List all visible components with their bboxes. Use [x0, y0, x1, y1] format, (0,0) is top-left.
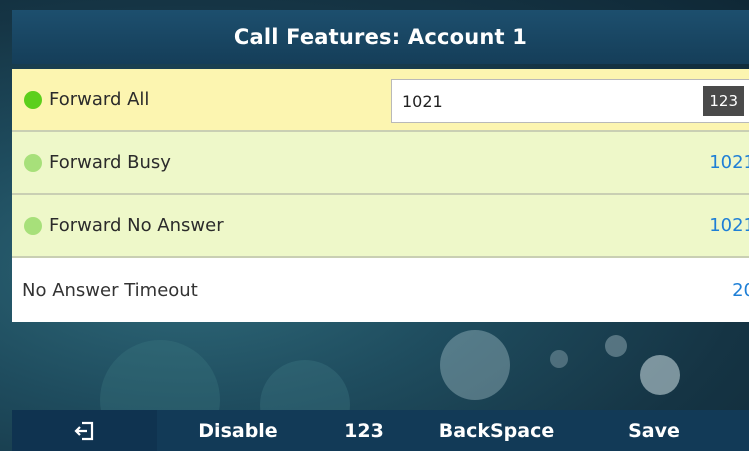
save-softkey[interactable]: Save — [584, 410, 724, 451]
forward-busy-value: 1021 — [709, 152, 749, 173]
list-item-forward-busy[interactable]: Forward Busy 1021 — [12, 132, 749, 195]
forward-busy-label: Forward Busy — [49, 152, 171, 173]
status-dot-icon — [24, 216, 42, 235]
softkey-bar: Disable 123 BackSpace Save — [12, 410, 749, 451]
forward-all-target-input[interactable]: 1021 123 — [391, 79, 749, 123]
status-dot-icon — [24, 90, 42, 109]
no-answer-timeout-value: 20 — [732, 279, 749, 301]
back-softkey[interactable] — [12, 410, 157, 451]
background-bokeh — [640, 355, 680, 395]
backspace-softkey[interactable]: BackSpace — [409, 410, 584, 451]
list-item-forward-no-answer[interactable]: Forward No Answer 1021 — [12, 195, 749, 258]
forward-all-target-value: 1021 — [402, 91, 443, 111]
forward-all-label: Forward All — [49, 89, 150, 110]
disable-softkey[interactable]: Disable — [157, 410, 319, 451]
call-features-list: Forward All 1021 123 Forward Busy 1021 F… — [12, 69, 749, 322]
list-item-forward-all[interactable]: Forward All 1021 123 — [12, 69, 749, 132]
page-title: Call Features: Account 1 — [12, 10, 749, 64]
forward-no-answer-value: 1021 — [709, 215, 749, 236]
forward-no-answer-label: Forward No Answer — [49, 215, 224, 236]
status-dot-icon — [24, 153, 42, 172]
phone-screen: Call Features: Account 1 Forward All 102… — [0, 0, 749, 451]
list-item-no-answer-timeout[interactable]: No Answer Timeout 20 — [12, 258, 749, 322]
exit-icon — [73, 420, 96, 442]
input-mode-badge: 123 — [703, 86, 744, 116]
background-bokeh — [440, 330, 510, 400]
no-answer-timeout-label: No Answer Timeout — [22, 279, 198, 301]
input-mode-softkey[interactable]: 123 — [319, 410, 409, 451]
background-bokeh — [605, 335, 627, 357]
background-bokeh — [550, 350, 568, 368]
